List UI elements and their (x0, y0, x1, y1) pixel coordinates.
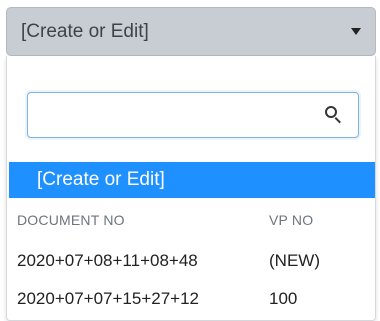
column-header-document-no: DOCUMENT NO (17, 212, 125, 228)
list-item[interactable]: 2020+07+08+11+08+48 (NEW) (17, 244, 367, 278)
select-toggle[interactable]: [Create or Edit] (6, 7, 376, 56)
option-create-or-edit[interactable]: [Create or Edit] (9, 162, 375, 198)
search-icon[interactable] (324, 105, 344, 125)
search-box[interactable] (27, 92, 359, 138)
search-input[interactable] (28, 93, 324, 137)
column-headers: DOCUMENT NO VP NO (17, 208, 367, 232)
document-no-cell: 2020+07+08+11+08+48 (17, 251, 198, 270)
vp-no-cell: 100 (269, 289, 298, 308)
caret-down-icon[interactable] (351, 28, 361, 35)
vp-no-cell: (NEW) (269, 251, 320, 270)
dropdown-menu: [Create or Edit] DOCUMENT NO VP NO 2020+… (6, 56, 376, 321)
select-value: [Create or Edit] (21, 20, 149, 42)
column-header-vp-no: VP NO (269, 212, 314, 228)
list-item[interactable]: 2020+07+07+15+27+12 100 (17, 282, 367, 316)
document-no-cell: 2020+07+07+15+27+12 (17, 289, 200, 308)
